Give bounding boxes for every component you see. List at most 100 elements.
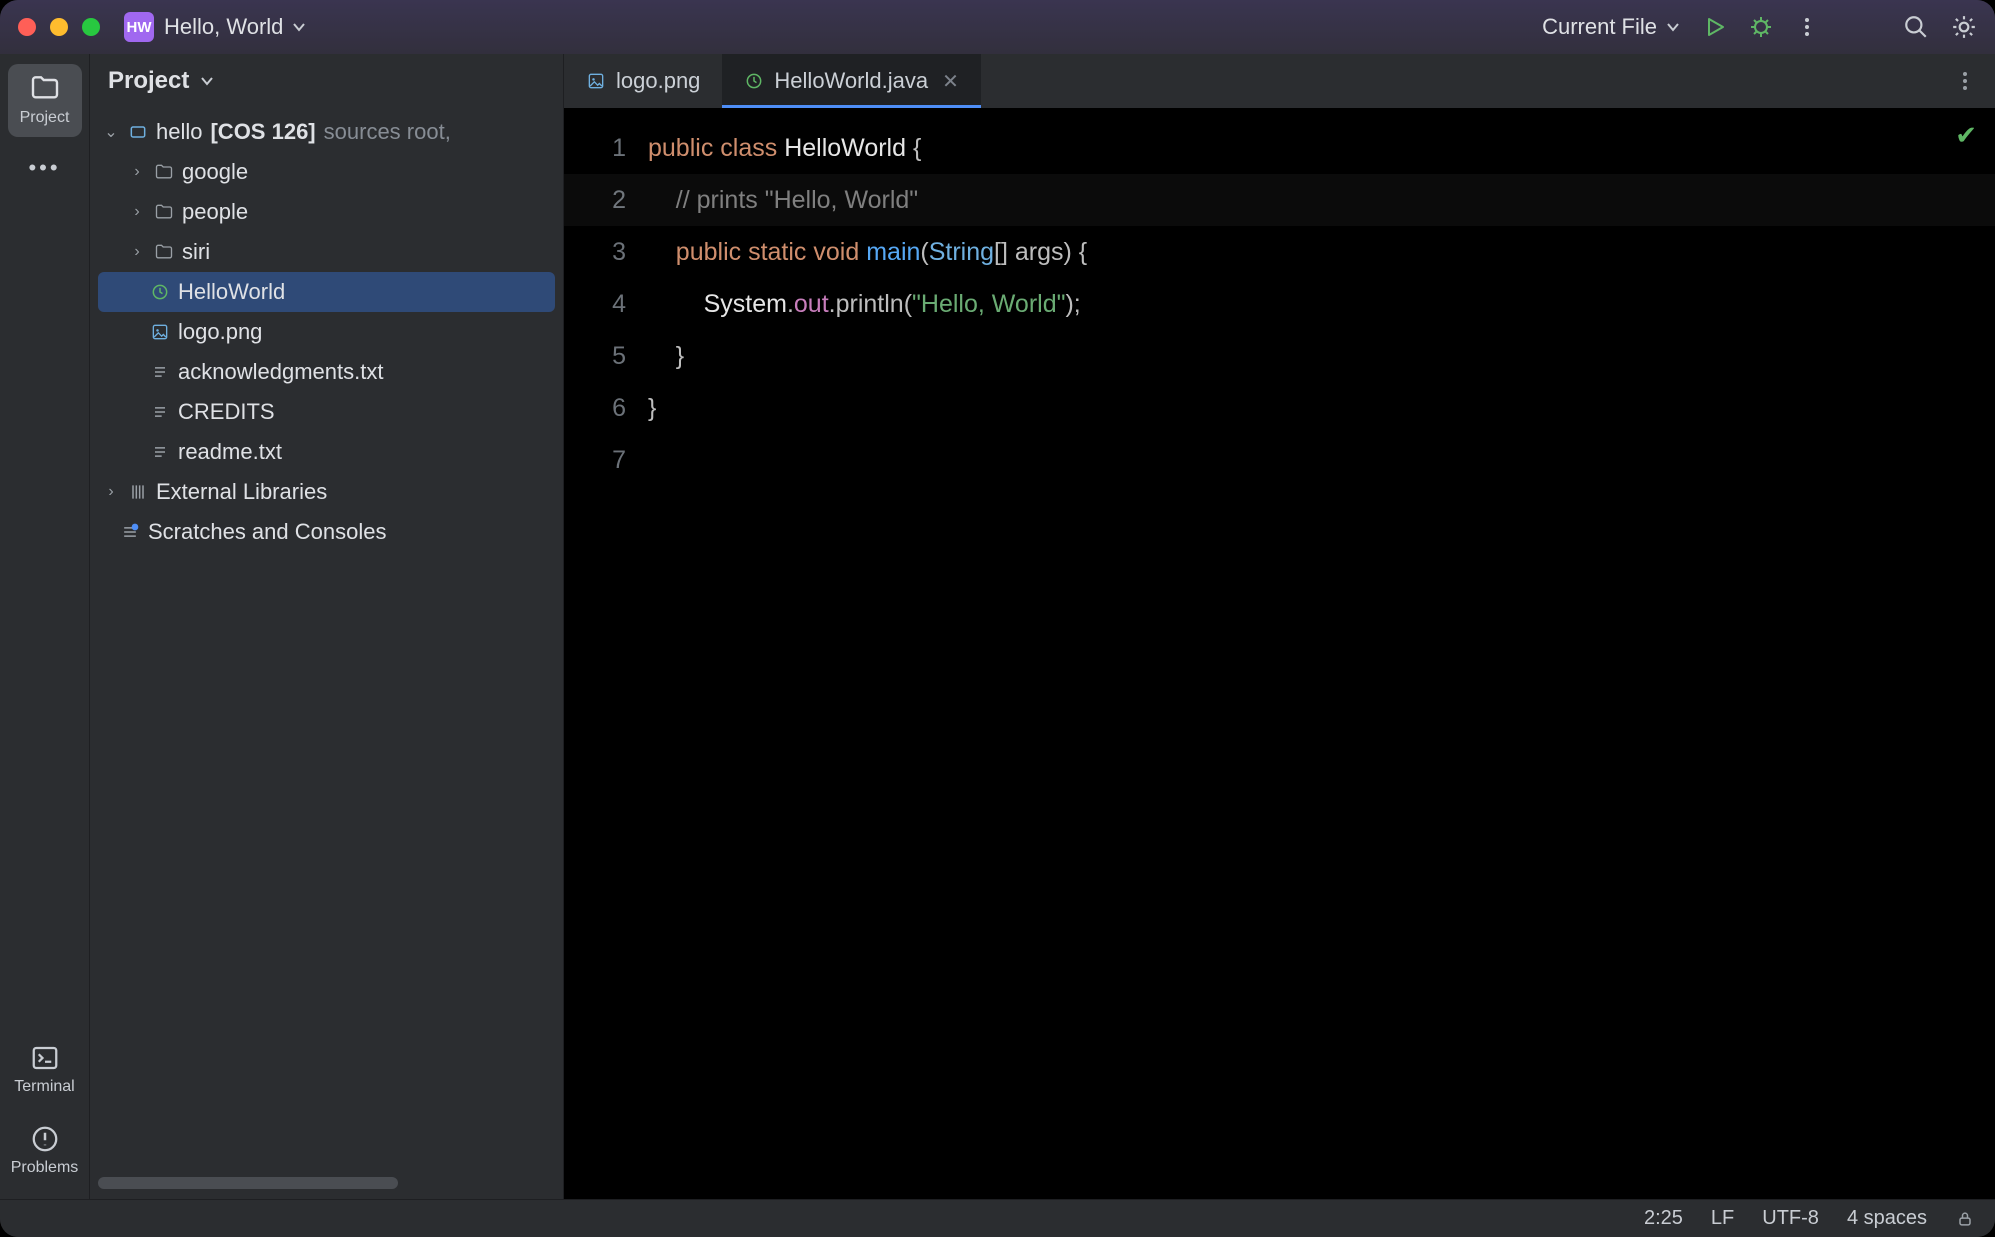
project-badge: HW bbox=[124, 12, 154, 42]
tree-folder[interactable]: › google bbox=[98, 152, 555, 192]
code-content[interactable]: public class HelloWorld { // prints "Hel… bbox=[638, 108, 1995, 1199]
editor-tabs: logo.png HelloWorld.java ✕ bbox=[564, 54, 1995, 108]
tool-label: Project bbox=[20, 109, 70, 126]
tree-item-label: Scratches and Consoles bbox=[148, 519, 386, 545]
folder-icon bbox=[154, 162, 174, 182]
chevron-down-icon bbox=[199, 73, 215, 89]
tree-root[interactable]: ⌄ hello [COS 126] sources root, bbox=[98, 112, 555, 152]
terminal-icon bbox=[30, 1043, 60, 1073]
tree-folder[interactable]: › siri bbox=[98, 232, 555, 272]
tree-folder[interactable]: › people bbox=[98, 192, 555, 232]
code-area[interactable]: ✔ 1 2 3 4 5 6 7 public class HelloWorld … bbox=[564, 108, 1995, 1199]
line-number: 2 bbox=[564, 174, 626, 226]
tree-item-label: google bbox=[182, 159, 248, 185]
status-line-ending[interactable]: LF bbox=[1711, 1207, 1734, 1230]
editor-area: logo.png HelloWorld.java ✕ ✔ 1 bbox=[564, 54, 1995, 1199]
project-panel-title: Project bbox=[108, 67, 189, 95]
tree-item-label: siri bbox=[182, 239, 210, 265]
project-tool-button[interactable]: Project bbox=[8, 64, 82, 137]
run-icon[interactable] bbox=[1703, 15, 1727, 39]
status-encoding[interactable]: UTF-8 bbox=[1762, 1207, 1819, 1230]
tree-root-name: hello bbox=[156, 119, 202, 145]
module-icon bbox=[128, 122, 148, 142]
tree-item-label: logo.png bbox=[178, 319, 262, 345]
editor-tab[interactable]: logo.png bbox=[564, 54, 722, 108]
horizontal-scrollbar[interactable] bbox=[98, 1177, 398, 1189]
line-number: 5 bbox=[564, 330, 626, 382]
text-file-icon bbox=[150, 442, 170, 462]
close-window-button[interactable] bbox=[18, 18, 36, 36]
tree-file-text[interactable]: readme.txt bbox=[98, 432, 555, 472]
tool-label: Terminal bbox=[14, 1078, 74, 1095]
tool-label: Problems bbox=[11, 1159, 79, 1176]
tree-item-label: people bbox=[182, 199, 248, 225]
text-file-icon bbox=[150, 362, 170, 382]
tree-item-label: CREDITS bbox=[178, 399, 275, 425]
project-tree[interactable]: ⌄ hello [COS 126] sources root, › google… bbox=[90, 108, 563, 1171]
tree-item-label: HelloWorld bbox=[178, 279, 285, 305]
tree-file-image[interactable]: logo.png bbox=[98, 312, 555, 352]
text-file-icon bbox=[150, 402, 170, 422]
more-icon[interactable] bbox=[1795, 15, 1819, 39]
titlebar: HW Hello, World Current File bbox=[0, 0, 1995, 54]
problems-icon bbox=[30, 1124, 60, 1154]
ide-window: HW Hello, World Current File bbox=[0, 0, 1995, 1237]
library-icon bbox=[128, 482, 148, 502]
scratch-icon bbox=[120, 522, 140, 542]
more-icon[interactable] bbox=[1953, 69, 1977, 93]
line-number: 6 bbox=[564, 382, 626, 434]
gutter[interactable]: 1 2 3 4 5 6 7 bbox=[564, 108, 638, 1199]
gear-icon[interactable] bbox=[1951, 14, 1977, 40]
run-config-label: Current File bbox=[1542, 14, 1657, 40]
inspection-ok-icon[interactable]: ✔ bbox=[1955, 120, 1977, 151]
search-icon[interactable] bbox=[1903, 14, 1929, 40]
tab-label: HelloWorld.java bbox=[774, 68, 928, 94]
more-tools-button[interactable]: ••• bbox=[18, 145, 70, 191]
main-area: Project ••• Terminal Problems bbox=[0, 54, 1995, 1199]
tree-file-text[interactable]: CREDITS bbox=[98, 392, 555, 432]
project-panel: Project ⌄ hello [COS 126] sources root, … bbox=[90, 54, 564, 1199]
left-toolstrip: Project ••• Terminal Problems bbox=[0, 54, 90, 1199]
folder-icon bbox=[154, 242, 174, 262]
line-number: 3 bbox=[564, 226, 626, 278]
tree-root-tag: [COS 126] bbox=[210, 119, 315, 145]
zoom-window-button[interactable] bbox=[82, 18, 100, 36]
project-name[interactable]: Hello, World bbox=[164, 14, 283, 40]
minimize-window-button[interactable] bbox=[50, 18, 68, 36]
tab-label: logo.png bbox=[616, 68, 700, 94]
tree-root-hint: sources root, bbox=[324, 119, 451, 145]
tree-external-libs[interactable]: › External Libraries bbox=[98, 472, 555, 512]
chevron-right-icon: › bbox=[102, 483, 120, 501]
image-icon bbox=[150, 322, 170, 342]
tree-scratches[interactable]: Scratches and Consoles bbox=[98, 512, 555, 552]
tree-item-label: External Libraries bbox=[156, 479, 327, 505]
window-controls bbox=[18, 18, 100, 36]
chevron-down-icon: ⌄ bbox=[102, 122, 120, 142]
tree-file-java[interactable]: HelloWorld bbox=[98, 272, 555, 312]
tree-item-label: acknowledgments.txt bbox=[178, 359, 383, 385]
editor-tab-active[interactable]: HelloWorld.java ✕ bbox=[722, 54, 980, 108]
lock-icon[interactable] bbox=[1955, 1209, 1975, 1229]
line-number: 7 bbox=[564, 434, 626, 486]
status-indent[interactable]: 4 spaces bbox=[1847, 1207, 1927, 1230]
chevron-down-icon bbox=[1665, 19, 1681, 35]
folder-icon bbox=[154, 202, 174, 222]
java-class-icon bbox=[150, 282, 170, 302]
folder-icon bbox=[29, 72, 61, 104]
line-number: 1 bbox=[564, 122, 626, 174]
image-icon bbox=[586, 71, 606, 91]
problems-tool-button[interactable]: Problems bbox=[8, 1116, 82, 1187]
java-class-icon bbox=[744, 71, 764, 91]
status-bar: 2:25 LF UTF-8 4 spaces bbox=[0, 1199, 1995, 1237]
status-cursor-pos[interactable]: 2:25 bbox=[1644, 1207, 1683, 1230]
terminal-tool-button[interactable]: Terminal bbox=[8, 1035, 82, 1106]
chevron-right-icon: › bbox=[128, 203, 146, 221]
chevron-right-icon: › bbox=[128, 163, 146, 181]
chevron-down-icon[interactable] bbox=[291, 19, 307, 35]
tree-item-label: readme.txt bbox=[178, 439, 282, 465]
project-panel-header[interactable]: Project bbox=[90, 54, 563, 108]
tree-file-text[interactable]: acknowledgments.txt bbox=[98, 352, 555, 392]
run-config-selector[interactable]: Current File bbox=[1542, 14, 1681, 40]
close-icon[interactable]: ✕ bbox=[942, 69, 959, 94]
debug-icon[interactable] bbox=[1749, 15, 1773, 39]
